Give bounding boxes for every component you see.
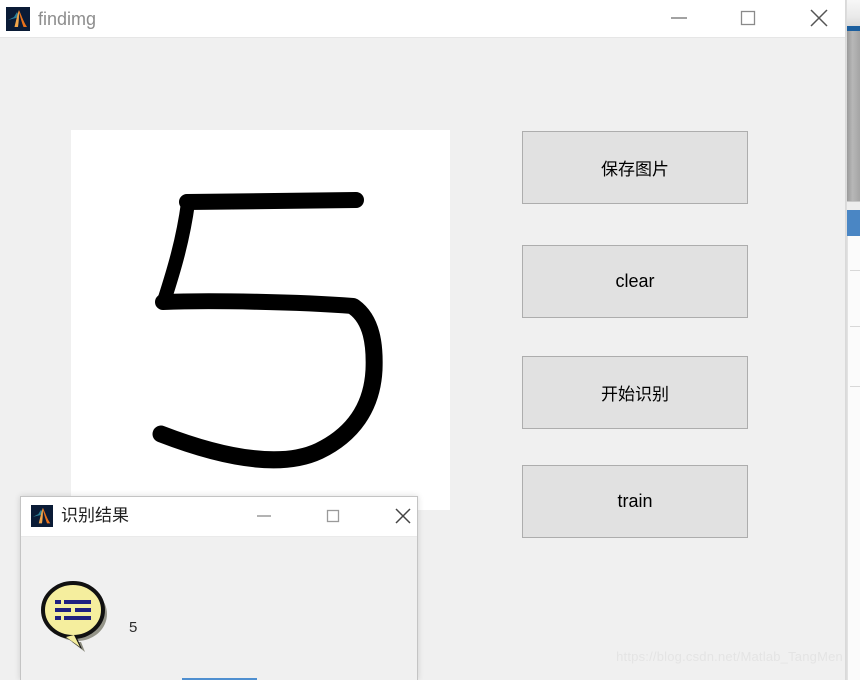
background-rule — [850, 270, 860, 271]
matlab-logo-icon — [31, 505, 53, 527]
train-button-label: train — [617, 491, 653, 511]
main-titlebar: findimg — [0, 0, 845, 38]
dialog-title: 识别结果 — [61, 506, 129, 525]
dialog-body: 5 确定 — [21, 537, 417, 680]
background-toolstrip — [847, 0, 860, 28]
background-lower-panel — [847, 236, 860, 680]
close-button[interactable] — [795, 0, 842, 36]
background-rule — [850, 386, 860, 387]
start-recognition-button-label: 开始识别 — [601, 385, 669, 404]
dialog-maximize-button[interactable] — [310, 497, 356, 535]
save-image-button-label: 保存图片 — [601, 160, 669, 179]
watermark-text: https://blog.csdn.net/Matlab_TangMen — [616, 649, 843, 664]
background-rule — [850, 326, 860, 327]
dialog-titlebar: 识别结果 — [21, 497, 417, 537]
background-matlab-ide-window[interactable] — [846, 0, 860, 680]
clear-button[interactable]: clear — [522, 245, 748, 318]
background-accent-bar-mid — [847, 210, 860, 236]
matlab-logo-icon — [6, 7, 30, 31]
dialog-message: 5 — [129, 619, 138, 636]
recognition-result-dialog: 识别结果 5 — [20, 496, 418, 680]
dialog-close-button[interactable] — [380, 497, 426, 535]
window-title: findimg — [38, 9, 97, 29]
drawing-canvas[interactable] — [71, 130, 450, 510]
dialog-minimize-button[interactable] — [241, 497, 287, 535]
screen-root: findimg 保存图片 clear 开始识别 train https://bl… — [0, 0, 860, 680]
speech-bubble-help-icon — [38, 579, 112, 653]
start-recognition-button[interactable]: 开始识别 — [522, 356, 748, 429]
save-image-button[interactable]: 保存图片 — [522, 131, 748, 204]
train-button[interactable]: train — [522, 465, 748, 538]
maximize-button[interactable] — [724, 0, 771, 36]
background-panel — [847, 31, 860, 201]
clear-button-label: clear — [615, 271, 655, 291]
minimize-button[interactable] — [655, 0, 702, 36]
